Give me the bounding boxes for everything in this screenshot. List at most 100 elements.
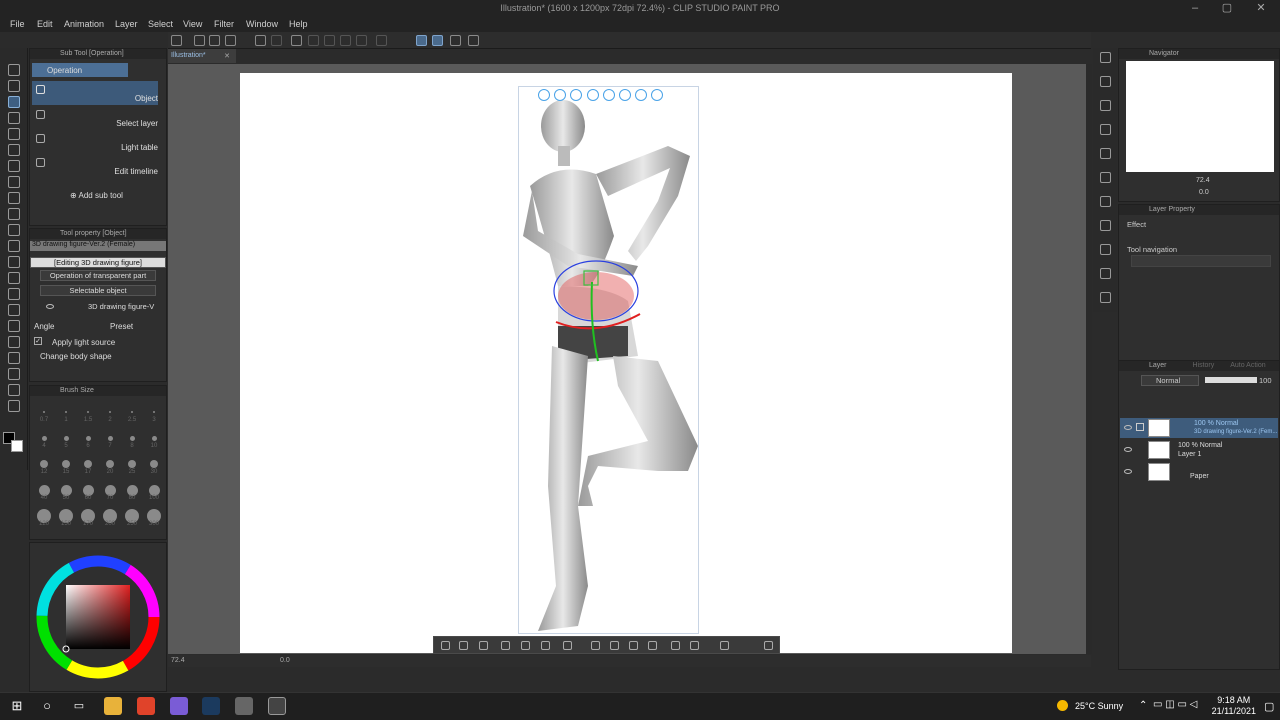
- undo-icon[interactable]: [255, 35, 266, 46]
- brush-size-cell[interactable]: 80: [122, 478, 142, 502]
- edit-pose-icon[interactable]: [479, 641, 488, 650]
- fill-tool-icon[interactable]: [8, 288, 20, 300]
- eye-icon[interactable]: [1124, 425, 1132, 430]
- reset-icon[interactable]: [629, 641, 638, 650]
- tab-layer[interactable]: Layer: [1149, 362, 1167, 369]
- panel-icon-1[interactable]: [1100, 76, 1111, 87]
- notification-icon[interactable]: ▢: [1264, 700, 1274, 713]
- airbrush-tool-icon[interactable]: [8, 224, 20, 236]
- auto-select-tool-icon[interactable]: [8, 144, 20, 156]
- pen-icon[interactable]: [1136, 423, 1144, 431]
- eraser-tool-icon[interactable]: [8, 256, 20, 268]
- brush-size-cell[interactable]: 2.5: [122, 400, 142, 424]
- search-icon[interactable]: [1100, 52, 1111, 63]
- snap-floor-icon[interactable]: [651, 89, 663, 101]
- menu-layer[interactable]: Layer: [115, 19, 138, 29]
- figure-icon[interactable]: [563, 641, 572, 650]
- text-tool-icon[interactable]: [8, 368, 20, 380]
- fill-icon[interactable]: [308, 35, 319, 46]
- zoom-tool-icon[interactable]: [8, 64, 20, 76]
- editing-figure-button[interactable]: [Editing 3D drawing figure]: [30, 257, 166, 268]
- close-button[interactable]: ✕: [1246, 2, 1276, 14]
- menu-filter[interactable]: Filter: [214, 19, 234, 29]
- sub-tool-edit-timeline[interactable]: Edit timeline: [32, 155, 158, 177]
- brush-tool-icon[interactable]: [8, 208, 20, 220]
- brush-size-cell[interactable]: 200: [100, 504, 120, 528]
- camera-zoom-icon[interactable]: [570, 89, 582, 101]
- color-wheel[interactable]: [34, 555, 164, 685]
- pen-tool-icon[interactable]: [8, 176, 20, 188]
- eye-icon[interactable]: [1124, 469, 1132, 474]
- rotation-value[interactable]: 0.0: [280, 657, 290, 664]
- light-icon[interactable]: [541, 641, 550, 650]
- settings-icon[interactable]: [468, 35, 479, 46]
- panel-icon-5[interactable]: [1100, 172, 1111, 183]
- new-icon[interactable]: [171, 35, 182, 46]
- sub-tool-select-layer[interactable]: Select layer: [32, 107, 158, 129]
- correct-line-tool-icon[interactable]: [8, 400, 20, 412]
- register-pose-icon[interactable]: [648, 641, 657, 650]
- gradient-tool-icon[interactable]: [8, 304, 20, 316]
- menu-edit[interactable]: Edit: [37, 19, 53, 29]
- operation-tool-icon[interactable]: [8, 96, 20, 108]
- eye-icon[interactable]: [46, 304, 54, 309]
- menu-window[interactable]: Window: [246, 19, 278, 29]
- panel-icon-10[interactable]: [1100, 292, 1111, 303]
- crop-icon[interactable]: [356, 35, 367, 46]
- export-icon[interactable]: [225, 35, 236, 46]
- scale-icon[interactable]: [690, 641, 699, 650]
- task-view-icon[interactable]: ▭: [70, 697, 88, 715]
- brush-size-cell[interactable]: 6: [78, 426, 98, 450]
- brush-size-cell[interactable]: 2: [100, 400, 120, 424]
- panel-icon-6[interactable]: [1100, 196, 1111, 207]
- move-plane-icon[interactable]: [587, 89, 599, 101]
- menu-help[interactable]: Help: [289, 19, 308, 29]
- snap-grid-icon[interactable]: [450, 35, 461, 46]
- panel-icon-7[interactable]: [1100, 220, 1111, 231]
- weather-text[interactable]: 25°C Sunny: [1075, 701, 1123, 711]
- hand-icon[interactable]: [671, 641, 680, 650]
- steam-icon[interactable]: [202, 697, 220, 715]
- brush-size-cell[interactable]: 0.7: [34, 400, 54, 424]
- pose-icon[interactable]: [521, 641, 530, 650]
- panel-icon-2[interactable]: [1100, 100, 1111, 111]
- app-icon[interactable]: [235, 697, 253, 715]
- tray-chevron-icon[interactable]: ⌃: [1139, 700, 1147, 711]
- selection-tool-icon[interactable]: [8, 128, 20, 140]
- redo-icon[interactable]: [271, 35, 282, 46]
- brush-size-cell[interactable]: 15: [56, 452, 76, 476]
- transparent-part-select[interactable]: Operation of transparent part: [40, 270, 156, 281]
- sub-tool-object[interactable]: Object: [32, 81, 158, 105]
- tab-operation[interactable]: Operation: [32, 63, 128, 77]
- move-layer-tool-icon[interactable]: [8, 112, 20, 124]
- clear-icon[interactable]: [291, 35, 302, 46]
- panel-icon-8[interactable]: [1100, 244, 1111, 255]
- brush-size-cell[interactable]: 3: [144, 400, 164, 424]
- brush-size-cell[interactable]: 100: [144, 478, 164, 502]
- brush-size-cell[interactable]: 7: [100, 426, 120, 450]
- save-icon[interactable]: [209, 35, 220, 46]
- preset-label[interactable]: Preset: [110, 322, 133, 331]
- add-sub-tool-button[interactable]: ⊕ Add sub tool: [70, 191, 123, 200]
- brush-size-cell[interactable]: 30: [144, 452, 164, 476]
- brush-size-cell[interactable]: 17: [78, 452, 98, 476]
- eyedropper-tool-icon[interactable]: [8, 160, 20, 172]
- prev-icon[interactable]: [441, 641, 450, 650]
- brush-size-cell[interactable]: 4: [34, 426, 54, 450]
- brush-size-cell[interactable]: 120: [34, 504, 54, 528]
- search-icon[interactable]: ○: [38, 697, 56, 715]
- selectable-object-select[interactable]: Selectable object: [40, 285, 156, 296]
- snap-ruler-icon[interactable]: [416, 35, 427, 46]
- clock[interactable]: 9:18 AM 21/11/2021: [1212, 695, 1256, 717]
- open-icon[interactable]: [194, 35, 205, 46]
- pencil-tool-icon[interactable]: [8, 192, 20, 204]
- frame-tool-icon[interactable]: [8, 336, 20, 348]
- layout-icon[interactable]: [720, 641, 729, 650]
- eye-icon[interactable]: [1124, 447, 1132, 452]
- deselect-icon[interactable]: [340, 35, 351, 46]
- brush-size-cell[interactable]: 8: [122, 426, 142, 450]
- brush-size-cell[interactable]: 170: [78, 504, 98, 528]
- brush-size-cell[interactable]: 20: [100, 452, 120, 476]
- transform-icon[interactable]: [324, 35, 335, 46]
- canvas-tab[interactable]: Illustration* ✕: [168, 49, 236, 63]
